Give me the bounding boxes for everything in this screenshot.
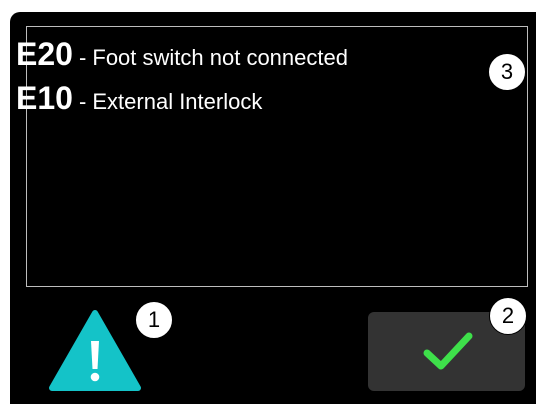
callout-badge: 2 [489, 297, 527, 335]
warning-triangle-icon [49, 310, 141, 391]
error-code: E10 [16, 80, 73, 116]
error-description: - External Interlock [78, 89, 263, 114]
checkmark-icon [423, 332, 473, 370]
error-row: E10 - External Interlock [16, 82, 262, 118]
callout-badge: 3 [488, 53, 526, 91]
error-code: E20 [16, 36, 73, 72]
callout-badge: 1 [135, 301, 173, 339]
device-screen: E20 - Foot switch not connected E10 - Ex… [10, 12, 536, 404]
error-description: - Foot switch not connected [78, 45, 348, 70]
error-row: E20 - Foot switch not connected [16, 38, 348, 74]
